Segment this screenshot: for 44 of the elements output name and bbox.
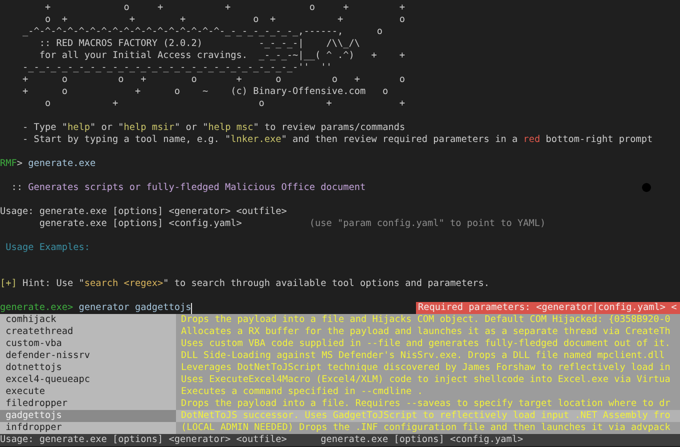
status-bar: Usage: generate.exe [options] <generator> <outfile> generate.exe [options] <config.yaml> bbox=[0, 434, 680, 446]
prompt-arrow: > bbox=[16, 158, 23, 170]
help-tip: - Start by typing a tool name, e.g. "lnker.exe" and then review required parameters in a red bottom-right prompt bbox=[22, 134, 654, 146]
completion-description: (LOCAL ADMIN NEEDED) Drops the .INF configuration file and then launches it via advpack bbox=[176, 422, 680, 434]
completion-item[interactable]: defender-nissrv bbox=[0, 350, 176, 362]
completion-item[interactable]: createthread bbox=[0, 326, 176, 338]
completion-description: Uses ExecuteExcel4Macro (Excel4/XLM) code to inject shellcode into Excel.exe via Virtua bbox=[176, 374, 680, 386]
ascii-banner-line: + o + o ~ (c) Binary-Offensive.com o bbox=[22, 86, 390, 98]
hint-text: [+] Hint: Use "search <regex>" to search through available tool options and parameters. bbox=[0, 278, 490, 290]
completion-item[interactable]: custom-vba bbox=[0, 338, 176, 350]
completion-item[interactable]: execute bbox=[0, 386, 176, 398]
command-description: :: Generates scripts or fully-fledged Malicious Office document bbox=[10, 182, 366, 194]
command-text: generate.exe bbox=[27, 158, 96, 170]
ascii-banner-line: _-^-^-^-^-^-^-^-^-^-^-^-^-^-^-^-^-^-_-_-_-_-_-_-_,------, o bbox=[22, 26, 384, 38]
completion-description: Drops the payload into a file. Requires --saveas to specify target location where to dr bbox=[176, 398, 680, 410]
completion-description: DLL Side-Loading against MS Defender's NisSrv.exe. Drops a DLL file named mpclient.dll bbox=[176, 350, 680, 362]
usage-line: generate.exe [options] <config.yaml> (use "param config.yaml" to point to YAML) bbox=[38, 218, 547, 230]
completion-item[interactable]: filedropper bbox=[0, 398, 176, 410]
completion-description: Drops the payload into a file and Hijacks COM object. Default COM Hijacked: {0358B920-0 bbox=[176, 314, 680, 326]
shell-prompt: RMF bbox=[0, 158, 17, 170]
dot-icon bbox=[642, 183, 651, 192]
completion-item[interactable]: infdropper bbox=[0, 422, 176, 434]
completion-description: Leverages DotNetToJScript technique discovered by James Forshaw to reflectively load in bbox=[176, 362, 680, 374]
required-parameters-prompt: Required parameters: <generator|config.yaml> < bbox=[416, 302, 680, 314]
examples-heading: Usage Examples: bbox=[4, 242, 92, 254]
ascii-banner-line: for all your Initial Access cravings. _-_-_-~|__( ^ .^) + + bbox=[38, 50, 406, 62]
text-cursor bbox=[191, 303, 192, 314]
completion-item[interactable]: comhijack bbox=[0, 314, 176, 326]
help-tip: - Type "help" or "help msir" or "help msc" to review params/commands bbox=[22, 122, 406, 134]
command-input[interactable]: generator gadgettojs bbox=[73, 302, 192, 314]
ascii-banner-line: + o o + o + o o + o bbox=[22, 74, 406, 86]
ascii-banner-line: + o + + o + + bbox=[44, 2, 406, 14]
completion-description: DotNetToJS successor. Uses GadgetToJScript to reflectively load input .NET Assembly fro bbox=[176, 410, 680, 422]
ascii-banner-line: o + + + o + + o bbox=[44, 14, 406, 26]
completion-description: Allocates a RX buffer for the payload and launches it as a separate thread via CreateTh bbox=[176, 326, 680, 338]
ascii-banner-line: -_-_-_-_-_-_-_-_-_-_-_-_-_-_-_-_-_-_-_-_-_-_-_-_-'' '' bbox=[22, 62, 333, 74]
usage-line: Usage: generate.exe [options] <generator> <outfile> bbox=[0, 206, 288, 218]
completion-description: Uses custom VBA code supplied in --file and generates fully-fledged document out of it. bbox=[176, 338, 680, 350]
completion-item[interactable]: excel4-queueapc bbox=[0, 374, 176, 386]
completion-description: Executes a command specified in --cmdline . bbox=[176, 386, 680, 398]
completion-item[interactable]: dotnettojs bbox=[0, 362, 176, 374]
ascii-banner-line: :: RED MACROS FACTORY (2.0.2) -_-_-_-| /\\_/\ bbox=[38, 38, 362, 50]
ascii-banner-line: o + o + + bbox=[44, 98, 406, 110]
input-prompt: generate.exe> bbox=[0, 302, 74, 314]
